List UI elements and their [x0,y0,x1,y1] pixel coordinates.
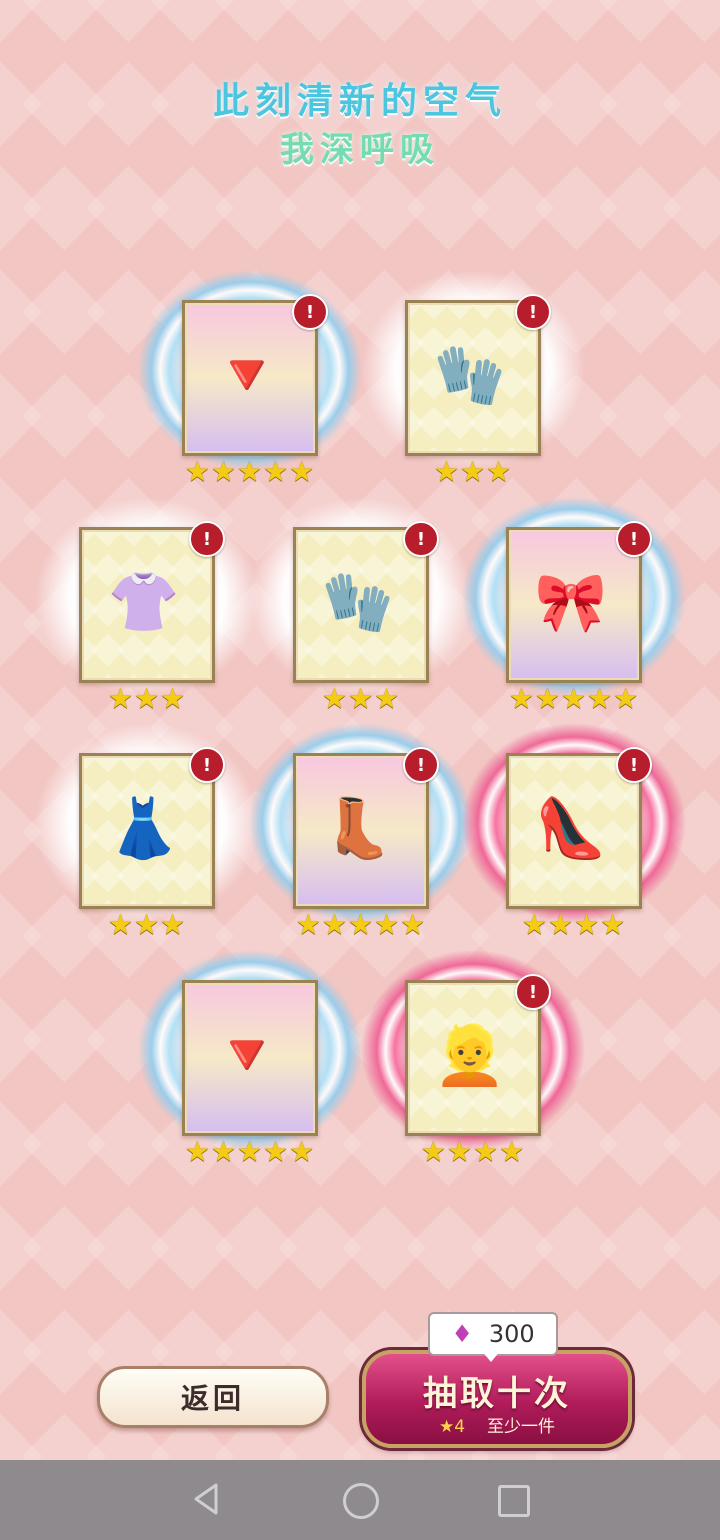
nav-home-icon[interactable] [343,1483,379,1519]
boots-icon: 👢 [321,794,395,862]
star-icon: ★ [438,1417,455,1437]
item-blouse[interactable]: 👚 ! ★★★ [35,497,259,715]
shoes-icon: 👠 [534,794,608,862]
item-earrings[interactable]: 🔻 ! ★★★★★ [138,270,362,488]
draw-ten-label: 抽取十次 [423,1374,571,1414]
star-rating: ★★★★★ [184,1135,316,1168]
min-rarity: ★4 [438,1417,466,1437]
skirt-icon: 👗 [107,794,181,862]
back-button[interactable]: 返回 [97,1366,329,1428]
blouse-icon: 👚 [107,568,181,636]
page-title: 此刻清新的空气 [212,80,507,122]
new-badge: ! [616,747,652,783]
star-rating: ★★★★ [521,908,627,941]
new-badge: ! [189,521,225,557]
star-rating: ★★★ [107,908,187,941]
star-rating: ★★★★★ [508,682,640,715]
earrings-icon: 🔻 [210,1021,284,1089]
cost-value: 300 [488,1320,535,1348]
new-badge: ! [403,747,439,783]
item-shoes[interactable]: 👠 ! ★★★★ [462,723,686,941]
hair-icon: 👱 [433,1021,507,1089]
nav-recent-icon[interactable] [498,1485,530,1517]
hair-ornament-icon: 🎀 [534,568,608,636]
guarantee-text: 至少一件 [487,1417,556,1437]
nav-back-icon[interactable] [188,1481,224,1517]
star-rating: ★★★ [433,455,513,488]
item-hair-ornament[interactable]: 🎀 ! ★★★★★ [462,497,686,715]
item-gloves-green[interactable]: 🧤 ! ★★★ [249,497,473,715]
cost-tag-pointer [481,1350,501,1362]
item-boots[interactable]: 👢 ! ★★★★★ [249,723,473,941]
new-badge: ! [515,294,551,330]
earrings-icon: 🔻 [210,341,284,409]
item-hair-wig[interactable]: 👱 ! ★★★★ [361,950,585,1168]
item-skirt[interactable]: 👗 ! ★★★ [35,723,259,941]
new-badge: ! [616,521,652,557]
page-subtitle: 我深呼吸 [280,130,440,170]
star-rating: ★★★★★ [295,908,427,941]
item-gloves[interactable]: 🧤 ! ★★★ [361,270,585,488]
star-rating: ★★★ [321,682,401,715]
gem-icon: ♦ [451,1320,473,1348]
new-badge: ! [403,521,439,557]
new-badge: ! [292,294,328,330]
new-badge: ! [515,974,551,1010]
star-rating: ★★★★★ [184,455,316,488]
draw-guarantee: ★4 至少一件 [366,1412,628,1437]
gloves-icon: 🧤 [321,568,395,636]
new-badge: ! [189,747,225,783]
item-earrings-2[interactable]: 🔻 ★★★★★ [138,950,362,1168]
draw-ten-button[interactable]: 抽取十次 ★4 至少一件 [362,1350,632,1448]
star-rating: ★★★ [107,682,187,715]
gloves-icon: 🧤 [433,341,507,409]
star-rating: ★★★★ [420,1135,526,1168]
